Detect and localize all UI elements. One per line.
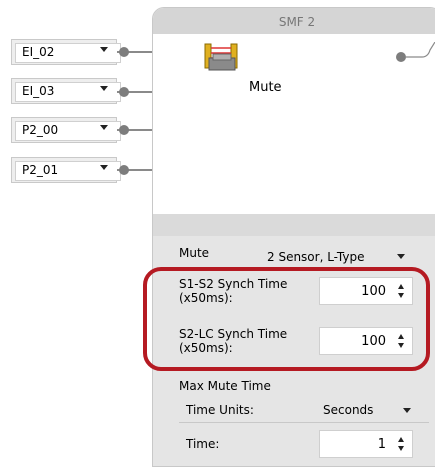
output-node[interactable] <box>119 47 129 57</box>
block-title: SMF 2 <box>153 8 435 34</box>
input-selector-value: P2_00 <box>15 121 121 141</box>
output-node[interactable] <box>119 87 129 97</box>
input-selector-value: EI_03 <box>15 82 121 102</box>
input-selector-p2-01[interactable]: P2_01 <box>11 157 121 183</box>
spinner-up-icon[interactable] <box>398 437 404 442</box>
time-value: 1 <box>377 437 386 452</box>
chevron-down-icon[interactable] <box>100 165 108 170</box>
mute-type-value: 2 Sensor, L-Type <box>267 250 365 264</box>
input-selector-value: EI_02 <box>15 43 121 63</box>
time-spinner[interactable]: 1 <box>319 430 413 458</box>
output-node[interactable] <box>119 165 129 175</box>
input-selector-p2-00[interactable]: P2_00 <box>11 117 121 143</box>
chevron-down-icon[interactable] <box>100 86 108 91</box>
mute-light-curtain-icon <box>201 40 243 76</box>
function-block-smf[interactable]: SMF 2 Mute Mute Type: 2 Sensor, L-Type S… <box>152 7 435 467</box>
highlight-annotation <box>143 267 430 371</box>
input-selector-ei-03[interactable]: EI_03 <box>11 78 121 104</box>
output-node[interactable] <box>396 52 406 62</box>
output-node[interactable] <box>119 125 129 135</box>
mute-type-dropdown[interactable]: 2 Sensor, L-Type <box>263 248 408 264</box>
mute-type-label: Mute Type: <box>179 246 211 262</box>
output-wire <box>406 41 435 62</box>
time-units-value: Seconds <box>323 403 374 417</box>
chevron-down-icon[interactable] <box>100 47 108 52</box>
block-icon-label: Mute <box>249 80 282 95</box>
spinner-down-icon[interactable] <box>398 446 404 451</box>
chevron-down-icon[interactable] <box>403 408 411 413</box>
time-units-dropdown[interactable]: Seconds <box>317 401 417 419</box>
block-divider-band <box>153 214 435 236</box>
time-units-label: Time Units: <box>186 403 254 417</box>
divider <box>179 422 429 423</box>
max-mute-time-heading: Max Mute Time <box>179 379 271 393</box>
input-selector-value: P2_01 <box>15 161 121 181</box>
chevron-down-icon[interactable] <box>397 254 405 259</box>
time-label: Time: <box>186 437 220 451</box>
input-selector-ei-02[interactable]: EI_02 <box>11 39 121 65</box>
chevron-down-icon[interactable] <box>100 125 108 130</box>
